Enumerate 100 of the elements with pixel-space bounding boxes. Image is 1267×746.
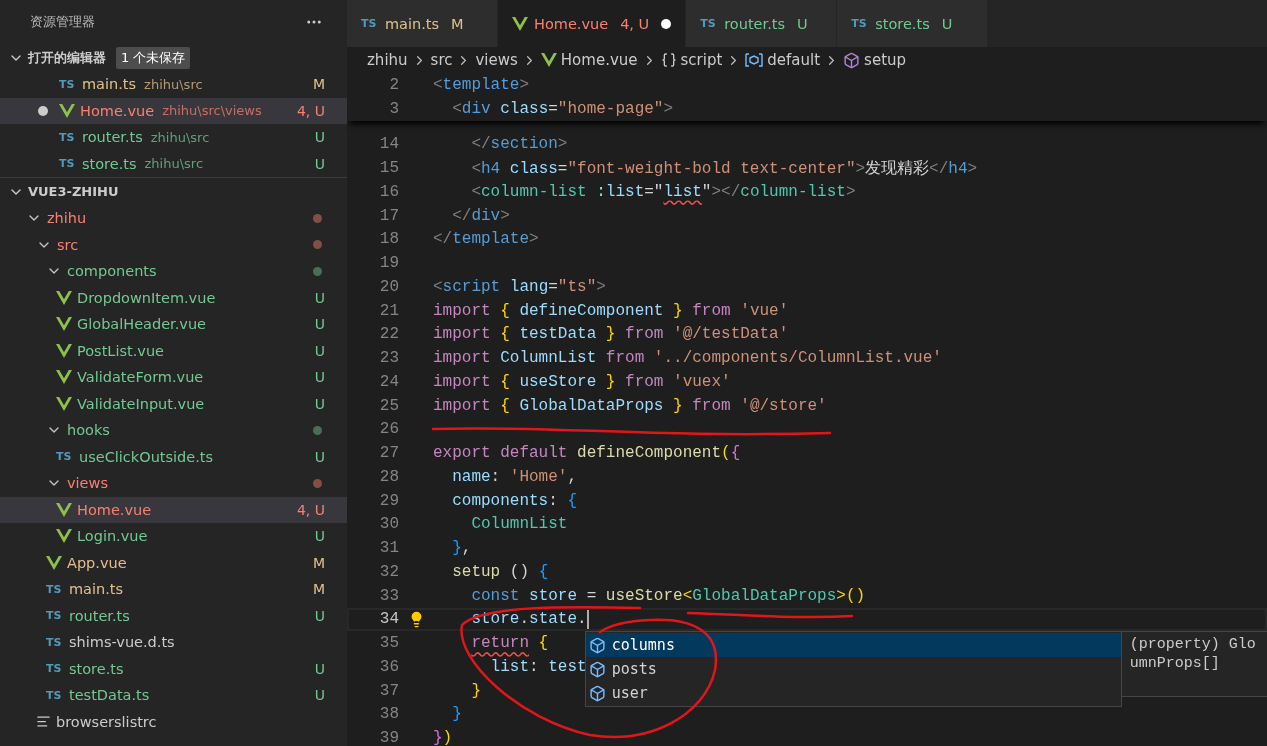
breadcrumb-item[interactable]: setup	[864, 51, 907, 69]
git-status: U	[314, 607, 325, 624]
line-number: 37	[378, 681, 399, 700]
code-line: import { useStore } from 'vuex'	[433, 372, 731, 391]
open-editor-item[interactable]: TS router.ts zhihu\src U	[0, 124, 347, 151]
status-dot	[313, 425, 322, 435]
open-editor-item[interactable]: TS store.ts zhihu\src U	[0, 150, 347, 177]
open-editor-item[interactable]: Home.vue zhihu\src\views 4, U	[0, 97, 347, 124]
code-line: <template>	[433, 75, 530, 94]
ts-file-icon: TS	[851, 17, 870, 30]
line-number: 3	[388, 99, 399, 118]
breadcrumb-item[interactable]: views	[475, 51, 518, 69]
vue-icon	[56, 343, 72, 358]
vue-icon	[56, 370, 72, 385]
file-row[interactable]: ValidateForm.vue U	[0, 364, 347, 391]
variable-icon	[745, 53, 764, 67]
code-line: import { defineComponent } from 'vue'	[433, 301, 789, 320]
line-number: 32	[378, 562, 399, 581]
file-row[interactable]: App.vue M	[0, 549, 347, 576]
file-row[interactable]: TS useClickOutside.ts U	[0, 443, 347, 470]
suggestion-item[interactable]: posts	[585, 657, 1121, 682]
status-dot	[313, 478, 322, 488]
line-number: 27	[378, 444, 399, 463]
line-number: 34	[378, 610, 399, 629]
folder-row[interactable]: zhihu	[0, 205, 347, 232]
detail-text: (property) Glo	[1129, 636, 1257, 654]
ts-file-icon: TS	[46, 635, 64, 649]
file-name: store.ts	[69, 660, 124, 677]
editor-tab[interactable]: TS store.ts U	[837, 0, 989, 47]
editor-tab[interactable]: TS router.ts U	[686, 0, 838, 47]
file-row[interactable]: Home.vue 4, U	[0, 496, 347, 523]
ts-file-icon: TS	[46, 609, 64, 623]
sidebar-title: 资源管理器	[30, 13, 95, 31]
file-row[interactable]: DropdownItem.vue U	[0, 284, 347, 311]
file-row[interactable]: TS main.ts M	[0, 576, 347, 603]
folder-row[interactable]: src	[0, 231, 347, 258]
file-row[interactable]: TS shims-vue.d.ts	[0, 629, 347, 656]
line-number: 15	[378, 159, 399, 178]
git-status: 4, U	[296, 501, 325, 518]
cube-icon	[588, 660, 606, 678]
file-name: ValidateInput.vue	[77, 395, 205, 412]
file-name: useClickOutside.ts	[79, 448, 214, 465]
folder-name: hooks	[67, 422, 110, 439]
vue-icon	[59, 103, 75, 118]
line-number: 21	[378, 301, 399, 320]
breadcrumb-item[interactable]: script	[680, 51, 723, 69]
file-path: zhihu\src	[150, 129, 210, 145]
git-status: M	[451, 15, 464, 32]
file-row[interactable]: browserslistrc	[0, 708, 347, 735]
editor-tab[interactable]: TS main.ts M	[347, 0, 498, 47]
line-number: 18	[378, 230, 399, 249]
folder-row[interactable]: components	[0, 258, 347, 285]
code-line: <column-list :list="list"></column-list>	[470, 182, 856, 201]
editor-tab[interactable]: Home.vue 4, U	[498, 0, 687, 47]
suggestion-item[interactable]: user	[585, 681, 1121, 706]
code-line: components: {	[451, 491, 578, 510]
cube-icon	[588, 636, 606, 654]
code-line: ColumnList	[470, 515, 568, 534]
file-name: browserslistrc	[56, 713, 157, 730]
line-number: 24	[378, 372, 399, 391]
ts-file-icon: TS	[361, 17, 379, 30]
ts-file-icon: TS	[700, 17, 719, 30]
git-status: U	[314, 342, 325, 359]
text-cursor	[586, 609, 589, 629]
vue-icon	[56, 396, 72, 411]
ts-file-icon: TS	[46, 688, 64, 702]
file-row[interactable]: GlobalHeader.vue U	[0, 311, 347, 338]
file-path: zhihu\src	[144, 76, 203, 92]
open-editor-item[interactable]: TS main.ts zhihu\src M	[0, 71, 347, 98]
code-line: </div>	[451, 206, 510, 225]
git-status: U	[314, 448, 325, 465]
breadcrumb-item[interactable]: default	[767, 51, 821, 69]
breadcrumb-item[interactable]: src	[430, 51, 453, 69]
folder-row[interactable]: views	[0, 470, 347, 497]
code-line: }	[470, 681, 481, 700]
file-name: App.vue	[67, 554, 127, 571]
line-number: 39	[378, 729, 399, 746]
git-status: U	[314, 528, 325, 545]
file-row[interactable]: ValidateInput.vue U	[0, 390, 347, 417]
code-line: }	[451, 705, 462, 724]
unsaved-badge: 1 个未保存	[116, 46, 191, 69]
ts-file-icon: TS	[59, 77, 77, 91]
file-row[interactable]: TS testData.ts U	[0, 682, 347, 709]
breadcrumb-item[interactable]: Home.vue	[560, 51, 638, 69]
folder-row[interactable]: hooks	[0, 417, 347, 444]
suggestion-item[interactable]: columns	[585, 633, 1121, 658]
code-line: </template>	[433, 230, 539, 249]
line-number: 2	[388, 75, 399, 94]
file-row[interactable]: TS router.ts U	[0, 602, 347, 629]
git-status: 4, U	[296, 102, 325, 119]
line-number: 30	[378, 515, 399, 534]
breadcrumb-item[interactable]: zhihu	[367, 51, 408, 69]
vue-icon	[46, 555, 62, 570]
file-row[interactable]: PostList.vue U	[0, 337, 347, 364]
status-dot	[313, 213, 322, 223]
file-row[interactable]: TS store.ts U	[0, 655, 347, 682]
vue-icon	[56, 529, 72, 544]
tab-label: main.ts	[385, 15, 440, 32]
file-name: main.ts	[82, 76, 137, 93]
file-row[interactable]: Login.vue U	[0, 523, 347, 550]
